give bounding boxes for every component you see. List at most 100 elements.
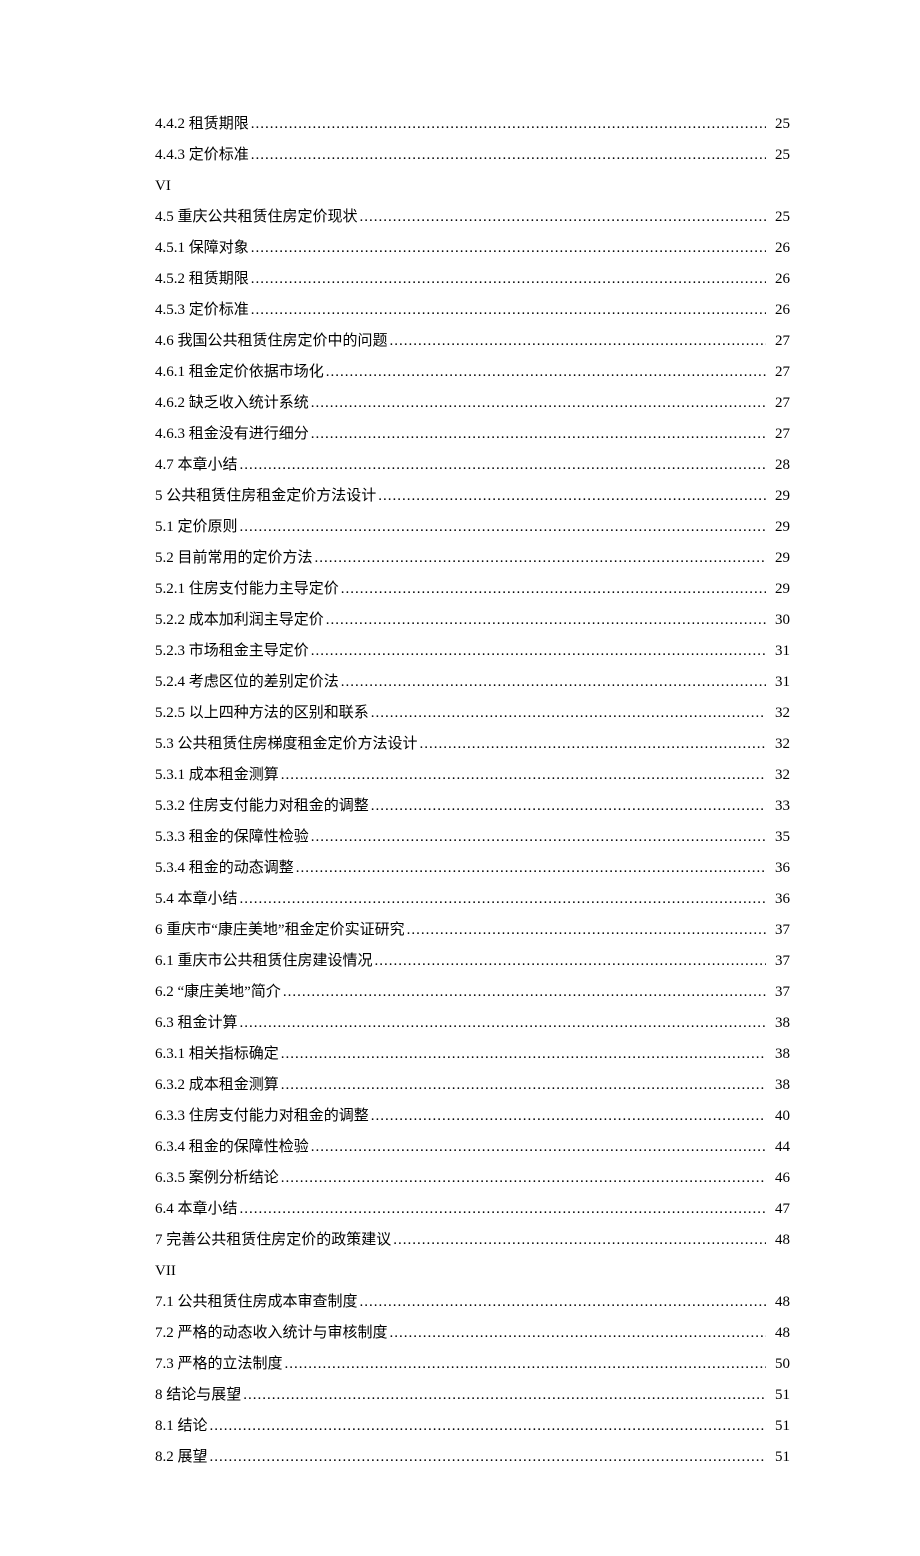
toc-entry-page: 36 (768, 887, 790, 913)
toc-entry: 4.5.2 租赁期限 26 (155, 267, 790, 293)
toc-dot-leader (240, 453, 766, 479)
toc-entry: 4.6 我国公共租赁住房定价中的问题 27 (155, 329, 790, 355)
toc-entry: 6.1 重庆市公共租赁住房建设情况 37 (155, 949, 790, 975)
toc-entry: 6.3.3 住房支付能力对租金的调整 40 (155, 1104, 790, 1130)
toc-entry: 5.2.1 住房支付能力主导定价 29 (155, 577, 790, 603)
toc-entry-page: 48 (768, 1290, 790, 1316)
toc-entry-label: 5.3.4 租金的动态调整 (155, 856, 294, 882)
toc-entry: 5.2.4 考虑区位的差别定价法 31 (155, 670, 790, 696)
toc-entry: 6.3.2 成本租金测算 38 (155, 1073, 790, 1099)
toc-entry-page: 44 (768, 1135, 790, 1161)
toc-entry: 4.6.2 缺乏收入统计系统 27 (155, 391, 790, 417)
toc-dot-leader (251, 112, 766, 138)
toc-dot-leader (296, 856, 766, 882)
toc-dot-leader (240, 1197, 766, 1223)
toc-entry: 8.2 展望 51 (155, 1445, 790, 1471)
toc-entry-page: 29 (768, 577, 790, 603)
toc-roman-marker: VII (155, 1259, 790, 1285)
toc-entry-page: 32 (768, 763, 790, 789)
toc-entry-label: 5 公共租赁住房租金定价方法设计 (155, 484, 376, 510)
toc-entry-label: 5.2.5 以上四种方法的区别和联系 (155, 701, 369, 727)
toc-entry-page: 32 (768, 732, 790, 758)
toc-entry-label: 4.5 重庆公共租赁住房定价现状 (155, 205, 358, 231)
toc-entry: 6.3.4 租金的保障性检验 44 (155, 1135, 790, 1161)
toc-dot-leader (251, 143, 766, 169)
toc-entry-page: 35 (768, 825, 790, 851)
toc-entry: 4.5 重庆公共租赁住房定价现状 25 (155, 205, 790, 231)
toc-entry-label: 5.4 本章小结 (155, 887, 238, 913)
toc-entry-page: 32 (768, 701, 790, 727)
toc-entry-label: 4.7 本章小结 (155, 453, 238, 479)
toc-dot-leader (390, 1321, 766, 1347)
toc-entry-label: 4.4.3 定价标准 (155, 143, 249, 169)
toc-entry: 5.2 目前常用的定价方法 29 (155, 546, 790, 572)
toc-entry: 8.1 结论 51 (155, 1414, 790, 1440)
toc-entry-page: 25 (768, 112, 790, 138)
toc-dot-leader (390, 329, 766, 355)
toc-dot-leader (360, 1290, 766, 1316)
toc-entry-page: 31 (768, 670, 790, 696)
toc-dot-leader (375, 949, 766, 975)
toc-entry-label: 6.4 本章小结 (155, 1197, 238, 1223)
toc-entry-label: 4.5.2 租赁期限 (155, 267, 249, 293)
toc-entry-label: 4.6.1 租金定价依据市场化 (155, 360, 324, 386)
toc-entry: 4.4.3 定价标准 25 (155, 143, 790, 169)
toc-entry: 5.2.5 以上四种方法的区别和联系 32 (155, 701, 790, 727)
toc-dot-leader (371, 794, 766, 820)
toc-entry-label: 4.4.2 租赁期限 (155, 112, 249, 138)
toc-entry-label: 7.1 公共租赁住房成本审查制度 (155, 1290, 358, 1316)
toc-entry-page: 29 (768, 546, 790, 572)
toc-dot-leader (240, 1011, 766, 1037)
toc-entry-label: 6.2 “康庄美地”简介 (155, 980, 281, 1006)
toc-entry-page: 51 (768, 1414, 790, 1440)
toc-entry-label: 6.3.4 租金的保障性检验 (155, 1135, 309, 1161)
toc-entry-label: 8.1 结论 (155, 1414, 208, 1440)
toc-entry-page: 50 (768, 1352, 790, 1378)
toc-entry-label: 6.3.1 相关指标确定 (155, 1042, 279, 1068)
toc-entry: 4.7 本章小结 28 (155, 453, 790, 479)
toc-dot-leader (371, 701, 766, 727)
toc-entry: 6.3 租金计算 38 (155, 1011, 790, 1037)
toc-entry-page: 29 (768, 515, 790, 541)
toc-entry-page: 38 (768, 1073, 790, 1099)
toc-dot-leader (240, 887, 766, 913)
toc-entry: 4.5.1 保障对象 26 (155, 236, 790, 262)
toc-entry-label: 5.3 公共租赁住房梯度租金定价方法设计 (155, 732, 418, 758)
toc-entry-label: 5.2 目前常用的定价方法 (155, 546, 313, 572)
toc-entry: 5.1 定价原则 29 (155, 515, 790, 541)
toc-entry-label: 8.2 展望 (155, 1445, 208, 1471)
toc-entry-page: 38 (768, 1011, 790, 1037)
toc-dot-leader (311, 639, 766, 665)
toc-dot-leader (311, 391, 766, 417)
toc-entry: 4.6.1 租金定价依据市场化 27 (155, 360, 790, 386)
toc-entry-page: 27 (768, 329, 790, 355)
toc-entry-label: 6.1 重庆市公共租赁住房建设情况 (155, 949, 373, 975)
toc-dot-leader (341, 670, 766, 696)
toc-roman-label: VI (155, 178, 171, 194)
toc-entry: 6.2 “康庄美地”简介 37 (155, 980, 790, 1006)
toc-entry-page: 51 (768, 1445, 790, 1471)
toc-entry-page: 26 (768, 236, 790, 262)
toc-dot-leader (407, 918, 766, 944)
toc-dot-leader (420, 732, 766, 758)
toc-entry-label: 7.2 严格的动态收入统计与审核制度 (155, 1321, 388, 1347)
toc-dot-leader (311, 422, 766, 448)
toc-dot-leader (285, 1352, 766, 1378)
toc-entry-page: 48 (768, 1321, 790, 1347)
toc-dot-leader (326, 608, 766, 634)
toc-entry: 5.3 公共租赁住房梯度租金定价方法设计 32 (155, 732, 790, 758)
toc-dot-leader (378, 484, 766, 510)
toc-dot-leader (393, 1228, 766, 1254)
toc-entry-page: 37 (768, 918, 790, 944)
toc-entry-page: 26 (768, 267, 790, 293)
toc-entry-page: 33 (768, 794, 790, 820)
toc-entry-label: 7.3 严格的立法制度 (155, 1352, 283, 1378)
toc-entry-page: 27 (768, 422, 790, 448)
toc-entry-page: 46 (768, 1166, 790, 1192)
toc-entry-page: 31 (768, 639, 790, 665)
toc-entry-label: 5.1 定价原则 (155, 515, 238, 541)
toc-entry-label: 5.2.4 考虑区位的差别定价法 (155, 670, 339, 696)
toc-entry-page: 27 (768, 360, 790, 386)
toc-dot-leader (371, 1104, 766, 1130)
toc-entry-label: 4.6.2 缺乏收入统计系统 (155, 391, 309, 417)
